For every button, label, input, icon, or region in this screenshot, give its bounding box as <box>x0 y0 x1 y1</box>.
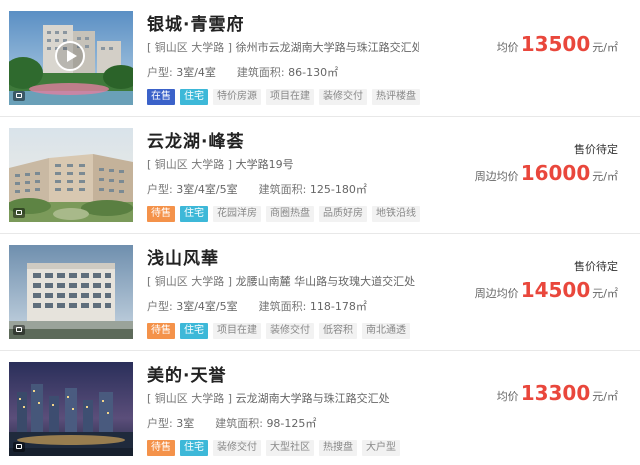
area-label: 建筑面积: <box>258 300 307 313</box>
layout-value: 3室/4室 <box>176 66 216 79</box>
listing-item[interactable]: 美的·天誉 [ 铜山区 大学路 ] 云龙湖南大学路与珠江路交汇处 户型: 3室 … <box>0 351 640 465</box>
listing-street: 大学路19号 <box>235 158 294 171</box>
listing-district: [ 铜山区 大学路 ] <box>147 275 233 288</box>
price-status: 售价待定 <box>574 260 618 273</box>
listing-title[interactable]: 浅山风華 <box>147 244 219 269</box>
feature-tag: 热搜盘 <box>319 440 357 456</box>
listing-street: 云龙湖南大学路与珠江路交汇处 <box>235 392 390 405</box>
listing-district: [ 铜山区 大学路 ] <box>147 392 233 405</box>
listing-district: [ 铜山区 大学路 ] <box>147 158 233 171</box>
listing-specs: 户型: 3室 建筑面积: 98-125㎡ <box>147 415 316 431</box>
listing-street: 徐州市云龙湖南大学路与珠江路交汇处路... <box>235 41 419 54</box>
listing-photo-4 <box>9 362 133 456</box>
status-badge: 待售 <box>147 323 175 339</box>
feature-tag: 花园洋房 <box>213 206 261 222</box>
listing-photo-3 <box>9 245 133 339</box>
feature-tag: 大型社区 <box>266 440 314 456</box>
listing-item[interactable]: 云龙湖·峰荟 [ 铜山区 大学路 ] 大学路19号 户型: 3室/4室/5室 建… <box>0 117 640 234</box>
price-label: 周边均价 <box>474 287 519 300</box>
feature-tag: 特价房源 <box>213 89 261 105</box>
price-value: 13300 <box>520 381 591 405</box>
type-badge: 住宅 <box>180 440 208 456</box>
listing-specs: 户型: 3室/4室/5室 建筑面积: 125-180㎡ <box>147 181 367 197</box>
listing-item[interactable]: 银城·青雲府 [ 铜山区 大学路 ] 徐州市云龙湖南大学路与珠江路交汇处路...… <box>0 0 640 117</box>
listing-price: 周边均价 14500 元/㎡ <box>475 278 618 302</box>
price-label: 周边均价 <box>474 170 519 183</box>
type-badge: 住宅 <box>180 206 208 222</box>
listing-thumbnail[interactable] <box>9 128 133 222</box>
listing-price: 均价 13500 元/㎡ <box>497 32 618 56</box>
type-badge: 住宅 <box>180 89 208 105</box>
listing-district: [ 铜山区 大学路 ] <box>147 41 233 54</box>
price-status: 售价待定 <box>574 143 618 156</box>
feature-tag: 品质好房 <box>319 206 367 222</box>
layout-label: 户型: <box>147 183 173 196</box>
area-value: 86-130㎡ <box>288 66 339 79</box>
area-label: 建筑面积: <box>236 66 285 79</box>
listing-street: 龙腰山南麓 华山路与玫瑰大道交汇处 <box>235 275 416 288</box>
feature-tag: 项目在建 <box>213 323 261 339</box>
feature-tag: 地铁沿线 <box>372 206 420 222</box>
price-unit: 元/㎡ <box>592 170 618 183</box>
price-unit: 元/㎡ <box>592 287 618 300</box>
layout-value: 3室/4室/5室 <box>176 300 238 313</box>
feature-tag: 低容积 <box>319 323 357 339</box>
listing-thumbnail[interactable] <box>9 11 133 105</box>
listing-thumbnail[interactable] <box>9 245 133 339</box>
feature-tag: 装修交付 <box>213 440 261 456</box>
listing-title[interactable]: 银城·青雲府 <box>147 10 244 35</box>
feature-tag: 商圈热盘 <box>266 206 314 222</box>
price-label: 均价 <box>496 41 519 54</box>
listing-thumbnail[interactable] <box>9 362 133 456</box>
type-badge: 住宅 <box>180 323 208 339</box>
area-label: 建筑面积: <box>215 417 263 430</box>
status-badge: 在售 <box>147 89 175 105</box>
feature-tag: 项目在建 <box>266 89 314 105</box>
listing-title[interactable]: 美的·天誉 <box>147 361 226 386</box>
layout-label: 户型: <box>147 66 173 79</box>
listing-item[interactable]: 浅山风華 [ 铜山区 大学路 ] 龙腰山南麓 华山路与玫瑰大道交汇处 户型: 3… <box>0 234 640 351</box>
price-unit: 元/㎡ <box>592 390 618 403</box>
feature-tag: 热评楼盘 <box>372 89 420 105</box>
photo-album-icon <box>13 208 25 218</box>
area-value: 125-180㎡ <box>309 183 367 196</box>
listing-address: [ 铜山区 大学路 ] 徐州市云龙湖南大学路与珠江路交汇处路... <box>147 39 419 55</box>
listing-title[interactable]: 云龙湖·峰荟 <box>147 127 244 152</box>
status-badge: 待售 <box>147 206 175 222</box>
photo-album-icon <box>13 91 25 101</box>
price-value: 14500 <box>520 278 591 302</box>
area-value: 118-178㎡ <box>309 300 367 313</box>
play-icon[interactable] <box>55 41 85 71</box>
status-badge: 待售 <box>147 440 175 456</box>
price-value: 13500 <box>520 32 591 56</box>
photo-album-icon <box>13 442 25 452</box>
price-unit: 元/㎡ <box>592 41 618 54</box>
photo-album-icon <box>13 325 25 335</box>
listing-list: 银城·青雲府 [ 铜山区 大学路 ] 徐州市云龙湖南大学路与珠江路交汇处路...… <box>0 0 640 465</box>
listing-specs: 户型: 3室/4室/5室 建筑面积: 118-178㎡ <box>147 298 367 314</box>
layout-label: 户型: <box>147 417 173 430</box>
listing-address: [ 铜山区 大学路 ] 云龙湖南大学路与珠江路交汇处 <box>147 390 390 406</box>
layout-value: 3室/4室/5室 <box>176 183 238 196</box>
listing-address: [ 铜山区 大学路 ] 大学路19号 <box>147 156 294 172</box>
listing-specs: 户型: 3室/4室 建筑面积: 86-130㎡ <box>147 64 338 80</box>
layout-label: 户型: <box>147 300 173 313</box>
listing-tags: 待售 住宅 花园洋房 商圈热盘 品质好房 地铁沿线 <box>147 206 425 222</box>
listing-photo-2 <box>9 128 133 222</box>
listing-tags: 在售 住宅 特价房源 项目在建 装修交付 热评楼盘 <box>147 89 425 105</box>
layout-value: 3室 <box>176 417 195 430</box>
listing-price: 均价 13300 元/㎡ <box>497 381 618 405</box>
price-label: 均价 <box>496 390 519 403</box>
listing-tags: 待售 住宅 装修交付 大型社区 热搜盘 大户型 <box>147 440 405 456</box>
area-label: 建筑面积: <box>258 183 307 196</box>
listing-price: 周边均价 16000 元/㎡ <box>475 161 618 185</box>
feature-tag: 装修交付 <box>319 89 367 105</box>
area-value: 98-125㎡ <box>266 417 317 430</box>
feature-tag: 大户型 <box>362 440 400 456</box>
feature-tag: 南北通透 <box>362 323 410 339</box>
price-value: 16000 <box>520 161 591 185</box>
feature-tag: 装修交付 <box>266 323 314 339</box>
listing-address: [ 铜山区 大学路 ] 龙腰山南麓 华山路与玫瑰大道交汇处 <box>147 273 415 289</box>
listing-tags: 待售 住宅 项目在建 装修交付 低容积 南北通透 <box>147 323 415 339</box>
